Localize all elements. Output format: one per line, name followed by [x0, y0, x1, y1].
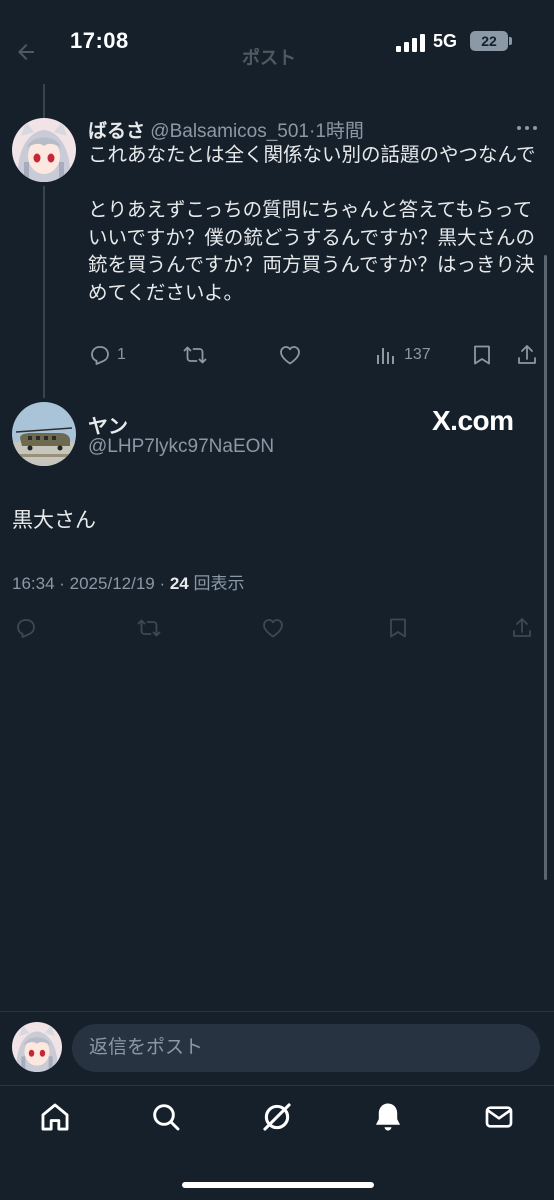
bookmark-icon[interactable] [470, 343, 494, 367]
battery-indicator: 22 [470, 31, 508, 51]
tweet-text: これあなたとは全く関係ない別の話題のやつなんで とりあえずこっちの質問にちゃんと… [88, 142, 536, 307]
bookmark-icon[interactable] [386, 616, 410, 640]
author-handle[interactable]: @Balsamicos_501 [150, 121, 309, 142]
messages-icon [485, 1106, 513, 1128]
nav-home[interactable] [35, 1097, 75, 1137]
divider [0, 1085, 554, 1086]
scrollbar[interactable] [544, 255, 547, 880]
author-name[interactable]: ばるさ [88, 121, 145, 142]
home-icon [41, 1103, 69, 1131]
reply-input[interactable] [72, 1024, 540, 1072]
nav-messages[interactable] [479, 1097, 519, 1137]
tweet-time-ago[interactable]: 1時間 [315, 121, 364, 142]
tweet-paragraph: これあなたとは全く関係ない別の話題のやつなんで [88, 144, 536, 166]
views-count[interactable]: 24 [170, 574, 189, 593]
like-icon[interactable] [278, 343, 302, 367]
views-icon[interactable] [374, 343, 398, 367]
divider [0, 1011, 554, 1012]
reply-icon[interactable] [14, 616, 38, 640]
nav-search[interactable] [146, 1097, 186, 1137]
grok-icon [263, 1103, 291, 1131]
nav-notifications[interactable] [368, 1097, 408, 1137]
author-handle[interactable]: @LHP7lykc97NaEON [88, 436, 274, 458]
paragraph-spacer [88, 170, 536, 198]
thread-connector [43, 186, 45, 398]
search-icon [153, 1104, 180, 1131]
thread-connector-top [43, 84, 45, 118]
back-arrow-icon[interactable] [14, 40, 38, 64]
home-indicator[interactable] [182, 1182, 374, 1188]
tweet-paragraph: とりあえずこっちの質問にちゃんと答えてもらっていいですか？僕の銃どうするんですか… [88, 199, 535, 304]
retweet-icon[interactable] [137, 616, 161, 640]
retweet-icon[interactable] [183, 343, 207, 367]
like-icon[interactable] [261, 616, 285, 640]
more-options-icon[interactable] [514, 118, 540, 138]
network-type: 5G [433, 31, 458, 51]
share-icon[interactable] [510, 616, 534, 640]
views-count: 137 [404, 346, 431, 363]
x-com-watermark: X.com [432, 405, 514, 436]
battery-nub [509, 37, 512, 45]
tweet-timestamp[interactable]: 16:34 · 2025/12/19 · [12, 574, 170, 593]
author-name[interactable]: ヤン [88, 410, 128, 439]
status-bar-time: 17:08 [70, 28, 129, 53]
avatar[interactable] [12, 402, 76, 466]
share-icon[interactable] [515, 343, 539, 367]
views-label: 回表示 [188, 574, 245, 593]
tweet-header: ばるさ @Balsamicos_501·1時間 [88, 116, 364, 143]
tweet-text: 黒大さん [12, 509, 96, 532]
reply-icon[interactable] [88, 343, 112, 367]
reply-count: 1 [117, 346, 126, 363]
avatar[interactable] [12, 118, 76, 182]
tweet-meta: 16:34 · 2025/12/19 · 24 回表示 [12, 569, 245, 594]
nav-grok[interactable] [257, 1097, 297, 1137]
cellular-signal-icon [396, 34, 425, 52]
page-title: ポスト [242, 48, 296, 68]
notifications-icon [375, 1103, 401, 1131]
avatar[interactable] [12, 1022, 62, 1072]
